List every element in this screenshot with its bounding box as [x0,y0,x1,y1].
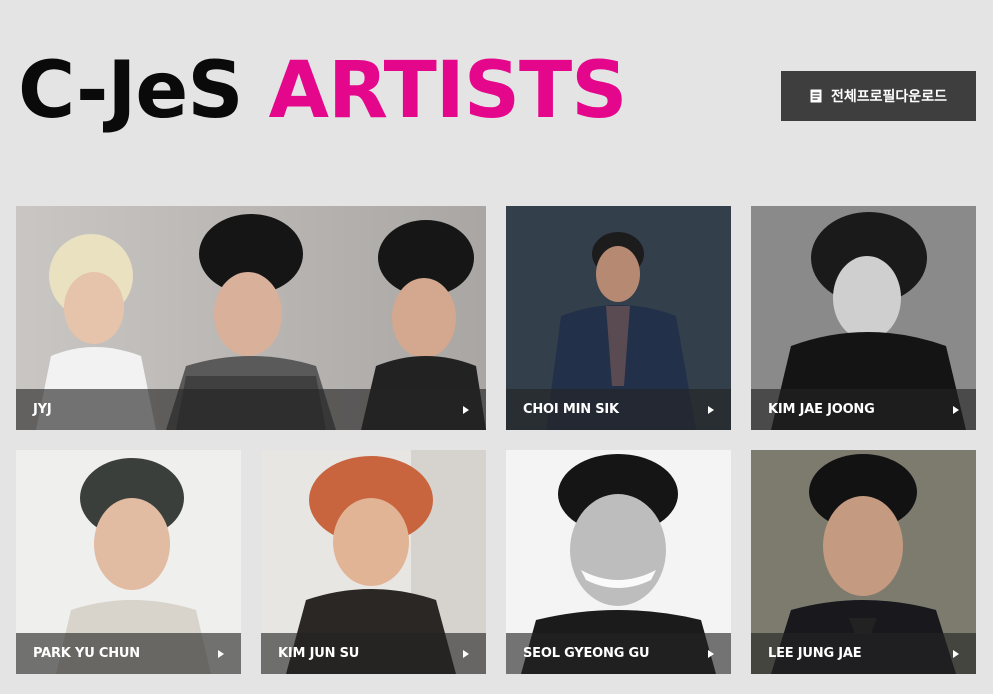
download-profiles-button[interactable]: 전체프로필다운로드 [781,71,976,121]
artist-card-kim-jun-su[interactable]: KIM JUN SU [261,450,486,674]
artist-caption: KIM JAE JOONG [751,389,976,430]
artist-name: KIM JUN SU [278,646,360,661]
artist-card-choi-min-sik[interactable]: CHOI MIN SIK [506,206,731,430]
document-icon [810,89,822,103]
arrow-right-icon [463,649,469,658]
arrow-right-icon [708,649,714,658]
artist-card-lee-jung-jae[interactable]: LEE JUNG JAE [751,450,976,674]
artist-caption: SEOL GYEONG GU [506,633,731,674]
artist-card-seol-gyeong-gu[interactable]: SEOL GYEONG GU [506,450,731,674]
artist-name: CHOI MIN SIK [523,402,619,417]
arrow-right-icon [953,405,959,414]
artist-name: PARK YU CHUN [33,646,140,661]
artist-caption: LEE JUNG JAE [751,633,976,674]
arrow-right-icon [708,405,714,414]
artist-card-jyj[interactable]: JYJ [16,206,486,430]
title-brand: C-JeS [18,46,244,136]
artist-caption: CHOI MIN SIK [506,389,731,430]
title-artists: ARTISTS [268,46,628,136]
page-title: C-JeS ARTISTS [18,52,627,130]
artist-name: KIM JAE JOONG [768,402,875,417]
arrow-right-icon [463,405,469,414]
artist-card-park-yu-chun[interactable]: PARK YU CHUN [16,450,241,674]
arrow-right-icon [953,649,959,658]
artist-card-kim-jae-joong[interactable]: KIM JAE JOONG [751,206,976,430]
artist-name: SEOL GYEONG GU [523,646,650,661]
download-button-label: 전체프로필다운로드 [831,89,947,105]
artist-caption: JYJ [16,389,486,430]
artist-name: JYJ [33,402,52,417]
artist-caption: KIM JUN SU [261,633,486,674]
artist-name: LEE JUNG JAE [768,646,862,661]
artist-caption: PARK YU CHUN [16,633,241,674]
arrow-right-icon [218,649,224,658]
